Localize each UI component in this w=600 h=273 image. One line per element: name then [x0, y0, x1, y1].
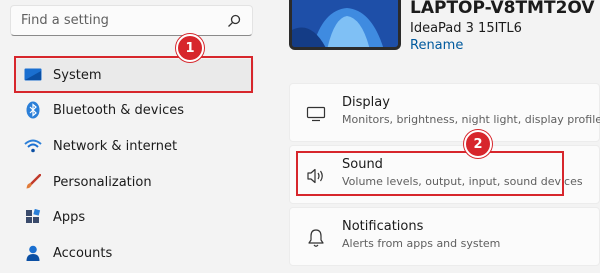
sidebar-item-apps[interactable]: Apps: [14, 201, 254, 233]
sidebar-item-accounts[interactable]: Accounts: [14, 237, 254, 269]
search-box[interactable]: Find a setting: [10, 5, 253, 36]
display-icon: [306, 104, 326, 124]
card-description: Alerts from apps and system: [342, 237, 501, 250]
device-image: [289, 0, 401, 50]
card-title: Display: [342, 95, 390, 110]
card-title: Notifications: [342, 219, 424, 234]
person-icon: [24, 244, 42, 262]
wifi-icon: [24, 137, 42, 155]
card-notifications[interactable]: Notifications Alerts from apps and syste…: [289, 207, 600, 266]
step-badge-1: 1: [176, 34, 204, 62]
sidebar-item-label: Network & internet: [53, 138, 178, 154]
sidebar-item-personalization[interactable]: Personalization: [14, 166, 254, 198]
sidebar-item-label: Apps: [53, 209, 86, 225]
bluetooth-icon: [24, 101, 42, 119]
device-name: LAPTOP-V8TMT2OV: [410, 0, 595, 18]
card-display[interactable]: Display Monitors, brightness, night ligh…: [289, 83, 600, 142]
paintbrush-icon: [24, 173, 42, 191]
bell-icon: [306, 228, 326, 248]
step-badge-2: 2: [464, 130, 492, 158]
device-model: IdeaPad 3 15ITL6: [410, 21, 522, 36]
sidebar-item-label: Accounts: [53, 245, 113, 261]
apps-icon: [24, 208, 42, 226]
search-input[interactable]: Find a setting: [21, 13, 226, 28]
sidebar-item-label: Personalization: [53, 174, 152, 190]
sidebar-item-bluetooth[interactable]: Bluetooth & devices: [14, 94, 254, 126]
sidebar-item-network[interactable]: Network & internet: [14, 130, 254, 162]
search-icon[interactable]: [226, 13, 242, 29]
rename-link[interactable]: Rename: [410, 38, 463, 53]
sidebar-item-label: Bluetooth & devices: [53, 102, 184, 118]
highlight-box-sound: [296, 151, 564, 196]
card-description: Monitors, brightness, night light, displ…: [342, 113, 600, 126]
highlight-box-system: [14, 56, 253, 93]
sidebar: Find a setting System Bluetooth & device…: [0, 0, 268, 273]
